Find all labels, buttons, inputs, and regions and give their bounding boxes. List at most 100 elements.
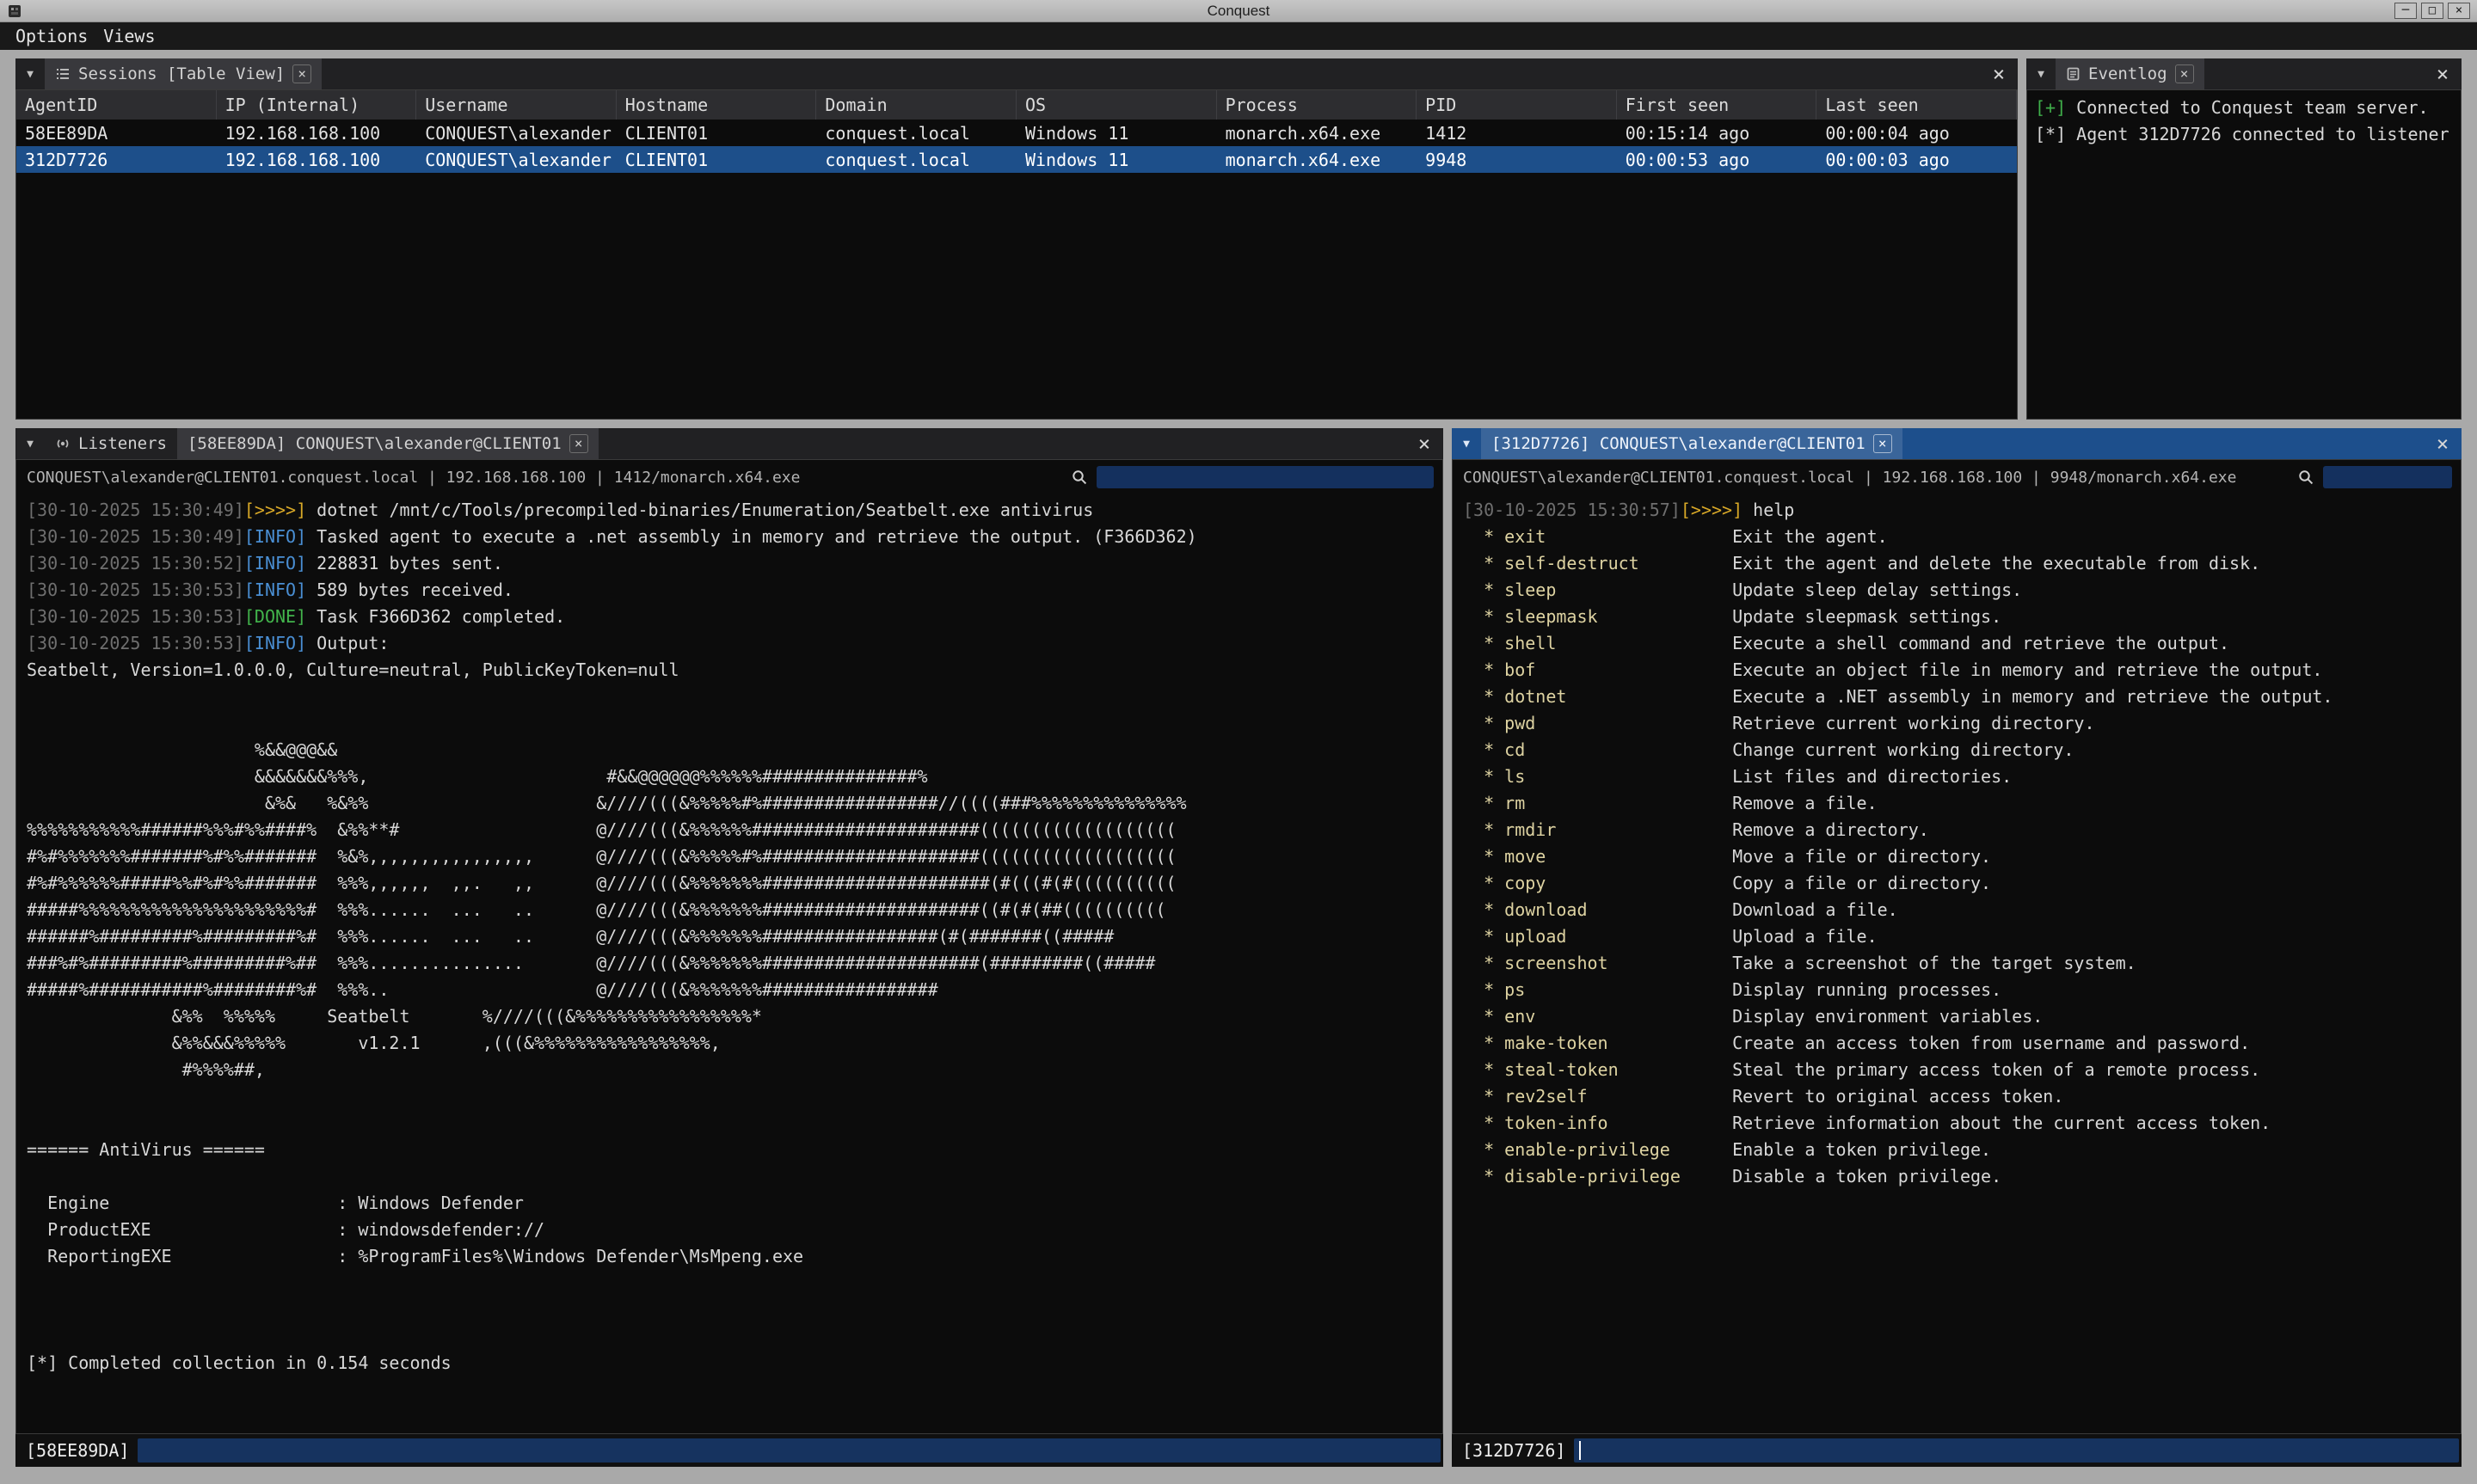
terminal-line: #%#%%%%%%%#######%#%%####### %&%,,,,,,,,… (27, 843, 1442, 870)
minimize-icon[interactable]: ─ (2394, 3, 2417, 19)
tab-close-icon[interactable]: × (1873, 434, 1892, 453)
table-cell: 00:00:04 ago (1816, 120, 2017, 146)
maximize-icon[interactable]: □ (2421, 3, 2443, 19)
table-cell: monarch.x64.exe (1217, 120, 1417, 146)
table-cell: Windows 11 (1017, 146, 1217, 173)
terminal-line (27, 1323, 1442, 1350)
table-cell: 9948 (1417, 146, 1617, 173)
tab-listeners[interactable]: Listeners (45, 428, 177, 459)
panel-menu-icon[interactable]: ▼ (15, 438, 45, 451)
command-input[interactable] (1574, 1438, 2459, 1463)
search-icon[interactable] (2297, 469, 2314, 486)
tab-session-58EE89DA[interactable]: [58EE89DA] CONQUEST\alexander@CLIENT01 × (177, 428, 599, 459)
app-icon (7, 3, 22, 19)
panel-close-icon[interactable]: × (2427, 432, 2458, 456)
window-title: Conquest (0, 3, 2477, 20)
terminal-line: ReportingEXE : %ProgramFiles%\Windows De… (27, 1243, 1442, 1270)
menu-options[interactable]: Options (10, 24, 98, 48)
terminal-line: ProductEXE : windowsdefender:// (27, 1217, 1442, 1243)
terminal-line (27, 710, 1442, 737)
sessions-tabbar: ▼ Sessions [Table View] × × (15, 58, 2018, 89)
table-cell: 312D7726 (16, 146, 217, 173)
panel-close-icon[interactable]: × (2427, 62, 2458, 86)
table-cell: conquest.local (816, 120, 1017, 146)
tab-close-icon[interactable]: × (569, 434, 588, 453)
panel-menu-icon[interactable]: ▼ (1452, 438, 1481, 451)
terminal-line: &%% %%%%% Seatbelt %////(((&%%%%%%%%%%%%… (27, 1003, 1442, 1030)
table-cell: CONQUEST\alexander (416, 146, 617, 173)
eventlog-panel: ▼ Eventlog × × [+] Connected to Conquest… (2026, 58, 2462, 420)
terminal-line: * lsList files and directories. (1463, 763, 2461, 790)
column-header[interactable]: Domain (816, 90, 1017, 120)
right-terminal-output[interactable]: [30-10-2025 15:30:57][>>>>] help * exitE… (1453, 494, 2461, 1433)
column-header[interactable]: Hostname (617, 90, 817, 120)
terminal-line: * shellExecute a shell command and retri… (1463, 630, 2461, 657)
tab-label: Listeners (78, 434, 167, 453)
terminal-line: * sleepUpdate sleep delay settings. (1463, 577, 2461, 604)
panel-close-icon[interactable]: × (1409, 432, 1440, 456)
column-header[interactable]: Last seen (1816, 90, 2017, 120)
session-info-bar: CONQUEST\alexander@CLIENT01.conquest.loc… (16, 460, 1442, 494)
terminal-line: * rmRemove a file. (1463, 790, 2461, 817)
terminal-line: * envDisplay environment variables. (1463, 1003, 2461, 1030)
command-input[interactable] (138, 1438, 1441, 1463)
terminal-line: ###%#%#########%#########%## %%%........… (27, 950, 1442, 977)
table-row[interactable]: 58EE89DA192.168.168.100CONQUEST\alexande… (16, 120, 2017, 146)
terminal-line: * rev2selfRevert to original access toke… (1463, 1083, 2461, 1110)
table-cell: 00:00:03 ago (1816, 146, 2017, 173)
column-header[interactable]: Username (416, 90, 617, 120)
column-header[interactable]: OS (1017, 90, 1217, 120)
panel-menu-icon[interactable]: ▼ (2026, 68, 2056, 81)
terminal-line: &%%&&&%%%%% v1.2.1 ,(((&%%%%%%%%%%%%%%%%… (27, 1030, 1442, 1057)
column-header[interactable]: Process (1217, 90, 1417, 120)
terminal-line: * pwdRetrieve current working directory. (1463, 710, 2461, 737)
terminal-line: [30-10-2025 15:30:57][>>>>] help (1463, 497, 2461, 524)
terminal-line: [30-10-2025 15:30:49][INFO] Tasked agent… (27, 524, 1442, 550)
left-terminal-panel: ▼ Listeners [58EE89DA] CONQUEST\alexande… (15, 428, 1443, 1467)
terminal-line (27, 1297, 1442, 1323)
column-header[interactable]: AgentID (16, 90, 217, 120)
session-info-text: CONQUEST\alexander@CLIENT01.conquest.loc… (27, 469, 800, 487)
terminal-line: * copyCopy a file or directory. (1463, 870, 2461, 897)
terminal-line: * uploadUpload a file. (1463, 923, 2461, 950)
tab-close-icon[interactable]: × (2175, 64, 2194, 83)
column-header[interactable]: PID (1417, 90, 1617, 120)
menu-views[interactable]: Views (98, 24, 165, 48)
terminal-line: &&&&&&&%%%, #&&@@@@@@%%%%%%#############… (27, 763, 1442, 790)
panel-menu-icon[interactable]: ▼ (15, 68, 45, 81)
terminal-line: Engine : Windows Defender (27, 1190, 1442, 1217)
column-header[interactable]: IP (Internal) (217, 90, 417, 120)
text-cursor (1579, 1441, 1581, 1460)
terminal-line: [*] Agent 312D7726 connected to listener (2035, 121, 2453, 148)
terminal-line: [30-10-2025 15:30:53][DONE] Task F366D36… (27, 604, 1442, 630)
tab-eventlog[interactable]: Eventlog × (2056, 58, 2204, 89)
search-icon[interactable] (1071, 469, 1088, 486)
tab-session-312D7726[interactable]: [312D7726] CONQUEST\alexander@CLIENT01 × (1481, 428, 1902, 459)
terminal-line: * bofExecute an object file in memory an… (1463, 657, 2461, 684)
terminal-line: * downloadDownload a file. (1463, 897, 2461, 923)
terminal-line: %%%%%%%%%%%######%%%#%%####% &%%**# @///… (27, 817, 1442, 843)
search-input[interactable] (1097, 466, 1434, 488)
terminal-line: * cdChange current working directory. (1463, 737, 2461, 763)
tab-label: [58EE89DA] CONQUEST\alexander@CLIENT01 (187, 434, 562, 453)
panel-close-icon[interactable]: × (1983, 62, 2014, 86)
menubar: Options Views (0, 22, 2477, 50)
left-terminal: CONQUEST\alexander@CLIENT01.conquest.loc… (15, 459, 1443, 1434)
left-terminal-tabbar: ▼ Listeners [58EE89DA] CONQUEST\alexande… (15, 428, 1443, 459)
column-header[interactable]: First seen (1617, 90, 1817, 120)
terminal-line: ######%#########%#########%# %%%...... .… (27, 923, 1442, 950)
titlebar[interactable]: Conquest ─ □ × (0, 0, 2477, 22)
table-cell: 192.168.168.100 (217, 120, 417, 146)
tab-label: Eventlog (2088, 64, 2167, 83)
terminal-line: &%& %&%% &////(((&%%%%%#%###############… (27, 790, 1442, 817)
table-cell: monarch.x64.exe (1217, 146, 1417, 173)
table-row[interactable]: 312D7726192.168.168.100CONQUEST\alexande… (16, 146, 2017, 173)
close-icon[interactable]: × (2448, 3, 2470, 19)
search-input[interactable] (2323, 466, 2452, 488)
terminal-line: * psDisplay running processes. (1463, 977, 2461, 1003)
tab-sessions[interactable]: Sessions [Table View] × (45, 58, 322, 89)
left-terminal-output[interactable]: [30-10-2025 15:30:49][>>>>] dotnet /mnt/… (16, 494, 1442, 1433)
terminal-line: [30-10-2025 15:30:53][INFO] 589 bytes re… (27, 577, 1442, 604)
terminal-line: #%#%%%%%%#####%%#%#%%####### %%%,,,,,, ,… (27, 870, 1442, 897)
tab-close-icon[interactable]: × (292, 64, 311, 83)
